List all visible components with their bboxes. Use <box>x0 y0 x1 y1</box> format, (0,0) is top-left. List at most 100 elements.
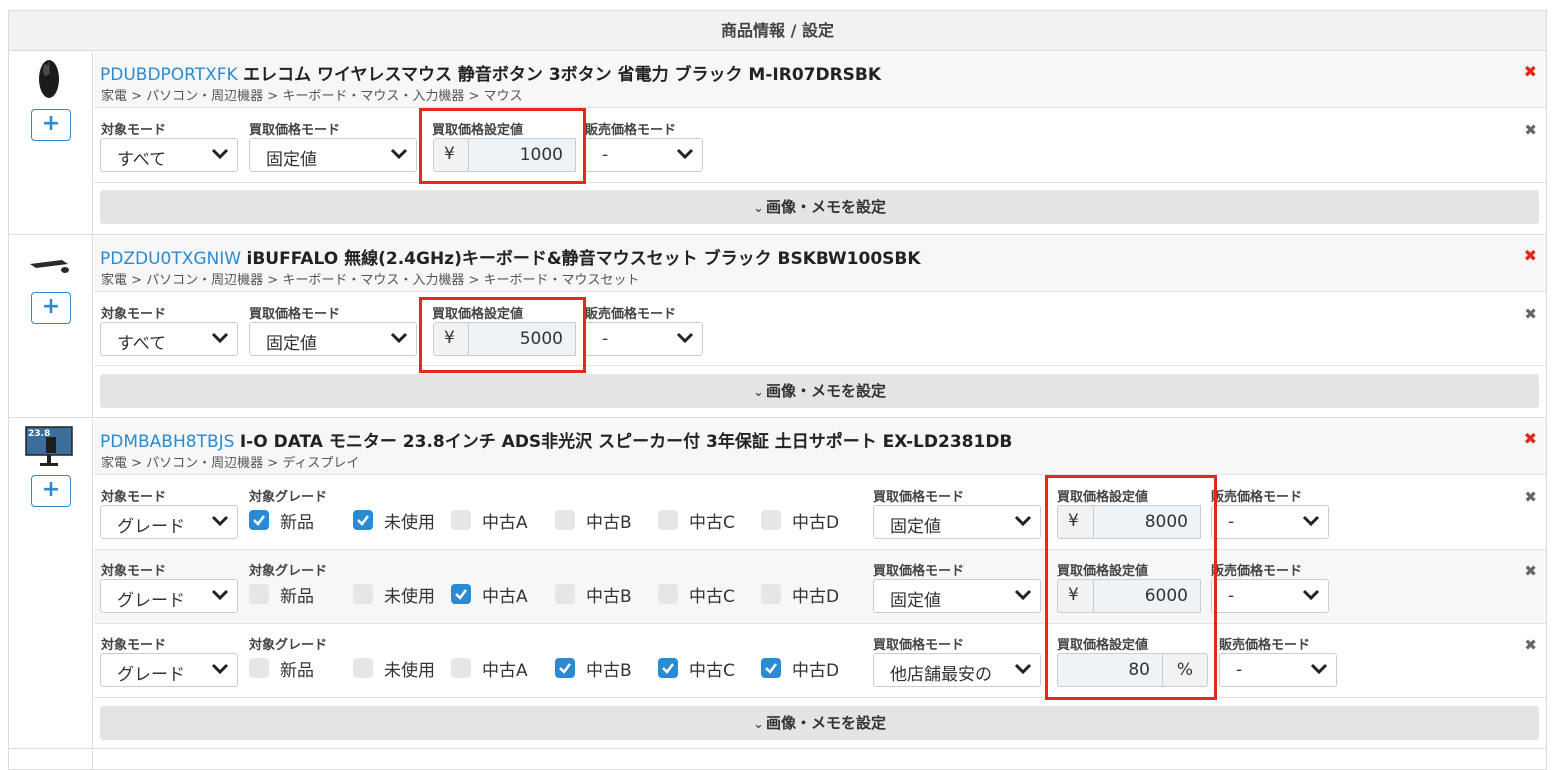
grade-checkbox[interactable] <box>555 584 575 604</box>
chevron-down-icon: ⌄ <box>753 201 764 216</box>
product-row <box>9 750 1546 770</box>
sell-mode-select[interactable]: - <box>585 138 703 172</box>
buy-mode-select[interactable]: 他店舗最安の <box>873 653 1041 687</box>
price-rule-row: 対象モード すべて 買取価格モード 固定値 買取価格設定値 ¥ 5000 販売価… <box>94 293 1546 366</box>
buy-value-label: 買取価格設定値 <box>432 123 524 138</box>
chevron-down-icon <box>1310 663 1328 675</box>
buy-mode-select[interactable]: 固定値 <box>873 505 1041 539</box>
grade-label: 中古D <box>792 587 840 607</box>
buy-value-input[interactable]: 6000 <box>1093 579 1201 613</box>
product-name: I-O DATA モニター 23.8インチ ADS非光沢 スピーカー付 3年保証… <box>239 432 1013 452</box>
panel-header: 商品情報 / 設定 <box>9 11 1546 51</box>
memo-settings-button[interactable]: ⌄ 画像・メモを設定 <box>100 374 1539 408</box>
grade-checkbox[interactable] <box>249 584 269 604</box>
chevron-down-icon <box>676 148 694 160</box>
price-rule-row: 対象モード すべて 買取価格モード 固定値 買取価格設定値 ¥ 1000 販売価… <box>94 109 1546 183</box>
grade-checkbox[interactable] <box>555 510 575 530</box>
grade-checkbox[interactable] <box>761 510 781 530</box>
sell-mode-select[interactable]: - <box>1219 653 1337 687</box>
product-code-link[interactable]: PDMBABH8TBJS <box>100 432 234 452</box>
product-code-link[interactable]: PDUBDPORTXFK <box>100 65 238 85</box>
product-code-link[interactable]: PDZDU0TXGNIW <box>100 249 241 269</box>
price-rule-row: 対象モード グレード 対象グレード 新品 未使用 中古A 中古B 中古C 中古D 買取価格モード他… <box>94 624 1546 698</box>
delete-product-icon[interactable]: ✖ <box>1524 429 1537 448</box>
keyboard-thumbnail[interactable] <box>24 240 74 284</box>
add-rule-button[interactable]: + <box>31 109 71 141</box>
grade-label: 中古D <box>792 513 840 533</box>
sell-mode-select[interactable]: - <box>1211 505 1329 539</box>
target-mode-select[interactable]: グレード <box>100 505 238 539</box>
sell-mode-label: 販売価格モード <box>585 123 677 138</box>
grade-checkbox[interactable] <box>451 510 471 530</box>
monitor-thumbnail[interactable]: 23.8 <box>24 425 74 469</box>
grade-checkbox[interactable] <box>451 658 471 678</box>
grade-label: 中古A <box>482 587 528 607</box>
buy-value-input[interactable]: 5000 <box>468 322 576 356</box>
buy-value-label: 買取価格設定値 <box>1057 490 1149 505</box>
target-mode-select[interactable]: グレード <box>100 653 238 687</box>
chevron-down-icon <box>1014 663 1032 675</box>
add-rule-button[interactable]: + <box>31 292 71 324</box>
breadcrumb: 家電 > パソコン・周辺機器 > キーボード・マウス・入力機器 > マウス <box>101 89 523 104</box>
buy-mode-select[interactable]: 固定値 <box>873 579 1041 613</box>
product-thumbnail-column: + <box>9 52 93 234</box>
mouse-thumbnail[interactable] <box>24 56 74 100</box>
grade-checkbox[interactable] <box>658 584 678 604</box>
delete-rule-icon[interactable]: ✖ <box>1524 305 1537 323</box>
delete-rule-icon[interactable]: ✖ <box>1524 121 1537 139</box>
grade-checkbox[interactable] <box>761 658 781 678</box>
target-grade-label: 対象グレード <box>249 490 328 505</box>
grade-label: 新品 <box>280 513 314 533</box>
buy-value-input[interactable]: 8000 <box>1093 505 1201 539</box>
sell-mode-label: 販売価格モード <box>1219 638 1311 653</box>
buy-mode-label: 買取価格モード <box>249 123 341 138</box>
buy-mode-select[interactable]: 固定値 <box>249 322 417 356</box>
yen-prefix: ¥ <box>433 322 469 356</box>
chevron-down-icon <box>211 589 229 601</box>
buy-value-input[interactable]: 80 <box>1057 653 1163 687</box>
grade-label: 中古C <box>689 513 735 533</box>
chevron-down-icon <box>211 332 229 344</box>
chevron-down-icon <box>1014 589 1032 601</box>
sell-mode-label: 販売価格モード <box>1211 564 1303 579</box>
buy-mode-select[interactable]: 固定値 <box>249 138 417 172</box>
delete-rule-icon[interactable]: ✖ <box>1524 488 1537 506</box>
product-row: + PDUBDPORTXFK エレコム ワイヤレスマウス 静音ボタン 3ボタン … <box>9 52 1546 235</box>
product-title-bar: PDUBDPORTXFK エレコム ワイヤレスマウス 静音ボタン 3ボタン 省電… <box>94 52 1546 108</box>
target-mode-select[interactable]: すべて <box>100 138 238 172</box>
buy-mode-label: 買取価格モード <box>873 638 965 653</box>
buy-mode-label: 買取価格モード <box>873 564 965 579</box>
delete-product-icon[interactable]: ✖ <box>1524 246 1537 265</box>
memo-settings-button[interactable]: ⌄ 画像・メモを設定 <box>100 706 1539 740</box>
sell-mode-select[interactable]: - <box>585 322 703 356</box>
grade-label: 中古A <box>482 513 528 533</box>
grade-checkbox[interactable] <box>658 510 678 530</box>
grade-checkbox[interactable] <box>451 584 471 604</box>
add-rule-button[interactable]: + <box>31 475 71 507</box>
grade-checkbox[interactable] <box>353 658 373 678</box>
buy-mode-label: 買取価格モード <box>873 490 965 505</box>
grade-checkbox[interactable] <box>658 658 678 678</box>
delete-rule-icon[interactable]: ✖ <box>1524 636 1537 654</box>
memo-settings-button[interactable]: ⌄ 画像・メモを設定 <box>100 190 1539 224</box>
grade-checkbox[interactable] <box>249 658 269 678</box>
grade-label: 中古C <box>689 661 735 681</box>
product-name: iBUFFALO 無線(2.4GHz)キーボード&静音マウスセット ブラック B… <box>246 249 921 269</box>
delete-product-icon[interactable]: ✖ <box>1524 62 1537 81</box>
grade-checkbox[interactable] <box>353 584 373 604</box>
sell-mode-select[interactable]: - <box>1211 579 1329 613</box>
target-mode-select[interactable]: すべて <box>100 322 238 356</box>
grade-checkbox[interactable] <box>761 584 781 604</box>
grade-label: 中古B <box>586 513 632 533</box>
product-title: PDUBDPORTXFK エレコム ワイヤレスマウス 静音ボタン 3ボタン 省電… <box>100 60 881 85</box>
grade-label: 中古C <box>689 587 735 607</box>
grade-checkbox[interactable] <box>555 658 575 678</box>
target-mode-select[interactable]: グレード <box>100 579 238 613</box>
delete-rule-icon[interactable]: ✖ <box>1524 562 1537 580</box>
buy-value-input[interactable]: 1000 <box>468 138 576 172</box>
chevron-down-icon <box>1302 589 1320 601</box>
product-thumbnail-column: 23.8 + <box>9 419 93 748</box>
chevron-down-icon <box>211 148 229 160</box>
grade-checkbox[interactable] <box>353 510 373 530</box>
grade-checkbox[interactable] <box>249 510 269 530</box>
